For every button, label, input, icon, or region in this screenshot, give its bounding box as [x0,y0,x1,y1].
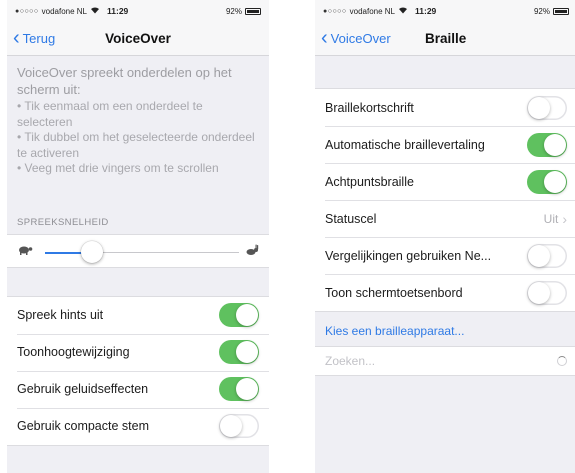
compact-voice-toggle[interactable] [219,414,259,438]
device-search-row[interactable]: Zoeken... [315,346,575,376]
setting-onscreen-keyboard: Toon schermtoetsenbord [315,274,575,311]
pitch-change-toggle[interactable] [219,340,259,364]
chevron-right-icon: › [562,210,567,227]
wifi-icon [398,6,408,16]
setting-speak-hints: Spreek hints uit [7,297,269,334]
equations-toggle[interactable] [527,243,567,268]
setting-label: Spreek hints uit [17,308,104,322]
voiceover-description: VoiceOver spreekt onderdelen op het sche… [7,56,269,177]
slider-thumb[interactable] [80,240,103,263]
navigation-bar: ‹ VoiceOver Braille [315,22,575,56]
sound-effects-toggle[interactable] [219,377,259,401]
choose-braille-device-link[interactable]: Kies een brailleapparaat... [315,324,575,338]
battery-icon [553,7,569,15]
slider-track-empty [91,251,239,253]
setting-auto-translation: Automatische braillevertaling [315,126,575,163]
back-button[interactable]: ‹ VoiceOver [321,26,391,49]
voiceover-screen: ●○○○○ vodafone NL 11:29 92% ‹ Terug Voic… [7,0,269,473]
setting-label: Braillekortschrift [325,100,414,115]
turtle-icon [17,244,33,259]
wifi-icon [90,6,100,16]
speak-hints-toggle[interactable] [219,303,259,327]
speech-rate-header: SPREEKSNELHEID [17,216,109,228]
description-item: • Veeg met drie vingers om te scrollen [17,161,219,175]
back-button-label: Terug [22,31,56,46]
signal-strength-icon: ●○○○○ [15,7,39,15]
setting-status-cell[interactable]: Statuscel Uit › [315,200,575,237]
chevron-left-icon: ‹ [321,26,328,49]
setting-label: Automatische braillevertaling [325,137,485,152]
detail-value: Uit [543,211,559,226]
eight-dot-toggle[interactable] [527,169,567,194]
navigation-bar: ‹ Terug VoiceOver [7,22,269,56]
status-cell-value: Uit › [544,211,567,227]
clock: 11:29 [415,6,437,16]
setting-label: Toon schermtoetsenbord [325,285,463,300]
braille-settings-list: Braillekortschrift Automatische braillev… [315,88,575,312]
setting-pitch-change: Toonhoogtewijziging [7,333,269,371]
battery-icon [245,7,261,15]
chevron-left-icon: ‹ [13,26,20,49]
setting-label: Achtpuntsbraille [325,174,414,189]
status-bar: ●○○○○ vodafone NL 11:29 92% [315,0,575,22]
setting-eight-dot: Achtpuntsbraille [315,163,575,200]
battery-percentage: 92% [225,6,242,16]
description-item: • Tik dubbel om het geselecteerde onderd… [17,130,255,160]
back-button-label: VoiceOver [330,31,391,46]
signal-strength-icon: ●○○○○ [323,7,347,15]
setting-compact-voice: Gebruik compacte stem [7,407,269,445]
setting-sound-effects: Gebruik geluidseffecten [7,370,269,408]
setting-braille-contractions: Braillekortschrift [315,89,575,126]
setting-label: Gebruik compacte stem [17,419,149,433]
speech-rate-slider[interactable] [7,233,269,268]
loading-spinner-icon [557,356,567,366]
description-item: • Tik eenmaal om een onderdeel te select… [17,99,203,129]
braille-contractions-toggle[interactable] [527,95,567,120]
description-title: VoiceOver spreekt onderdelen op het sche… [17,65,232,97]
setting-label: Statuscel [325,211,377,226]
carrier-name: vodafone NL [349,6,396,16]
setting-label: Gebruik geluidseffecten [17,382,149,396]
setting-label: Toonhoogtewijziging [17,345,130,359]
onscreen-keyboard-toggle[interactable] [527,280,567,305]
braille-screen: ●○○○○ vodafone NL 11:29 92% ‹ VoiceOver … [315,0,575,473]
back-button[interactable]: ‹ Terug [13,26,56,49]
clock: 11:29 [107,6,129,16]
auto-translation-toggle[interactable] [527,132,567,157]
battery-percentage: 92% [533,6,550,16]
setting-label: Vergelijkingen gebruiken Ne... [325,248,492,263]
rabbit-icon [245,244,259,259]
voiceover-settings-list: Spreek hints uit Toonhoogtewijziging Geb… [7,295,269,446]
search-placeholder: Zoeken... [325,354,376,368]
setting-equations: Vergelijkingen gebruiken Ne... [315,237,575,274]
carrier-name: vodafone NL [41,6,88,16]
status-bar: ●○○○○ vodafone NL 11:29 92% [7,0,269,22]
